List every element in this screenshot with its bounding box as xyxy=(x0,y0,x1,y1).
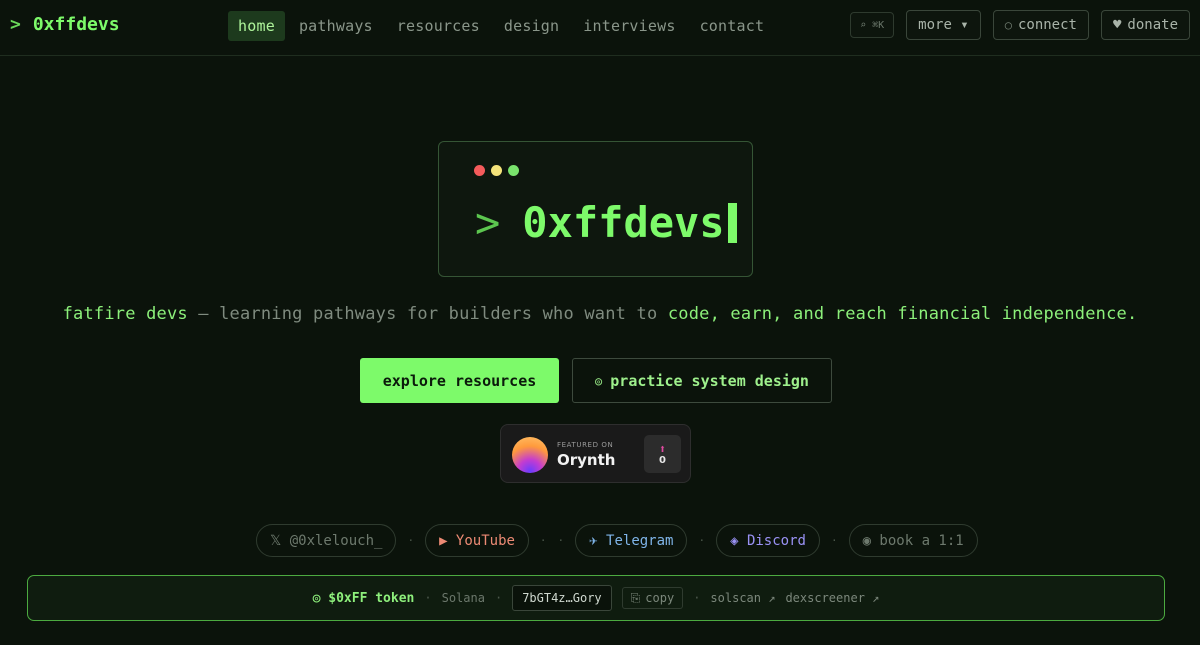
upvote-button[interactable]: ⬆ 0 xyxy=(644,435,681,473)
dexscreener-link[interactable]: dexscreener ↗ xyxy=(785,591,879,605)
target-icon: ◎ xyxy=(595,373,603,388)
x-twitter-link[interactable]: 𝕏 @0xlelouch_ xyxy=(256,524,397,557)
separator: · xyxy=(539,534,547,547)
brand-logo[interactable]: > 0xffdevs xyxy=(10,14,120,35)
token-name-label: $0xFF token xyxy=(328,590,415,606)
brand-name: 0xffdevs xyxy=(32,14,120,35)
separator: · xyxy=(698,534,706,547)
nav-item-contact[interactable]: contact xyxy=(690,11,775,41)
token-icon: ◎ xyxy=(312,590,321,606)
separator: · xyxy=(424,591,432,605)
header-actions: ⌕ ⌘K more ▾ ○ connect ♥ donate xyxy=(850,10,1190,40)
prompt-icon: > xyxy=(475,198,501,247)
copy-address-button[interactable]: ⎘ copy xyxy=(621,587,684,609)
upvote-arrow-icon: ⬆ xyxy=(658,441,667,456)
cta-row: explore resources ◎ practice system desi… xyxy=(360,358,832,403)
heart-icon: ♥ xyxy=(1112,17,1122,33)
book-call-link[interactable]: ◉ book a 1:1 xyxy=(848,524,978,557)
nav-item-interviews[interactable]: interviews xyxy=(573,11,685,41)
cursor-icon xyxy=(727,202,737,243)
yellow-dot-icon xyxy=(491,165,502,176)
token-bar: ◎ $0xFF token · Solana · 7bGT4z…Gory ⎘ c… xyxy=(27,575,1165,621)
nav-item-design[interactable]: design xyxy=(494,11,569,41)
connect-label: connect xyxy=(1017,17,1077,33)
discord-link[interactable]: ◈ Discord xyxy=(716,524,820,557)
explore-resources-button[interactable]: explore resources xyxy=(360,358,559,403)
nav-item-resources[interactable]: resources xyxy=(387,11,490,41)
orynth-logo-icon xyxy=(512,437,548,473)
site-header: > 0xffdevs home pathways resources desig… xyxy=(0,0,1200,56)
donate-label: donate xyxy=(1127,17,1178,33)
token-network: Solana xyxy=(441,591,485,605)
window-dots xyxy=(474,165,519,176)
featured-text: FEATURED ON Orynth xyxy=(557,441,615,469)
more-menu-button[interactable]: more ▾ xyxy=(906,10,981,40)
featured-small-label: FEATURED ON xyxy=(557,441,614,449)
tagline-highlight-2: code, earn, and reach financial independ… xyxy=(667,304,1138,324)
nav-item-pathways[interactable]: pathways xyxy=(289,11,383,41)
search-shortcut-button[interactable]: ⌕ ⌘K xyxy=(850,12,895,38)
prompt-icon: > xyxy=(10,14,21,35)
separator: · xyxy=(407,534,415,547)
connect-button[interactable]: ○ connect xyxy=(992,10,1089,40)
donate-button[interactable]: ♥ donate xyxy=(1100,10,1190,40)
tagline-highlight-1: fatfire devs xyxy=(62,304,188,324)
circle-icon: ○ xyxy=(1004,18,1012,32)
separator: · xyxy=(830,534,838,547)
green-dot-icon xyxy=(508,165,519,176)
separator: · xyxy=(693,591,701,605)
main-nav: home pathways resources design interview… xyxy=(228,11,774,41)
tagline: fatfire devs — learning pathways for bui… xyxy=(0,304,1200,324)
featured-name: Orynth xyxy=(557,451,616,469)
practice-system-design-label: practice system design xyxy=(610,371,809,390)
nav-item-home[interactable]: home xyxy=(228,11,285,41)
youtube-link[interactable]: ▶ YouTube xyxy=(425,524,529,557)
social-links: 𝕏 @0xlelouch_ · ▶ YouTube · · ✈ Telegram… xyxy=(256,524,978,557)
telegram-link[interactable]: ✈ Telegram xyxy=(575,524,688,557)
featured-on-orynth-badge[interactable]: FEATURED ON Orynth ⬆ 0 xyxy=(500,424,691,483)
terminal-title: > 0xffdevs xyxy=(475,198,737,247)
separator: · xyxy=(557,534,565,547)
practice-system-design-button[interactable]: ◎ practice system design xyxy=(572,358,832,403)
upvote-count: 0 xyxy=(659,454,666,466)
token-name: ◎ $0xFF token xyxy=(313,591,415,606)
separator: · xyxy=(494,591,503,605)
tagline-body: — learning pathways for builders who wan… xyxy=(187,304,668,324)
terminal-card: > 0xffdevs xyxy=(438,141,753,277)
hero-title: 0xffdevs xyxy=(522,198,725,247)
token-address[interactable]: 7bGT4z…Gory xyxy=(512,585,612,611)
copy-icon: ⎘ xyxy=(630,590,641,605)
red-dot-icon xyxy=(474,165,485,176)
solscan-link[interactable]: solscan ↗ xyxy=(710,591,775,605)
copy-label: copy xyxy=(645,591,675,605)
